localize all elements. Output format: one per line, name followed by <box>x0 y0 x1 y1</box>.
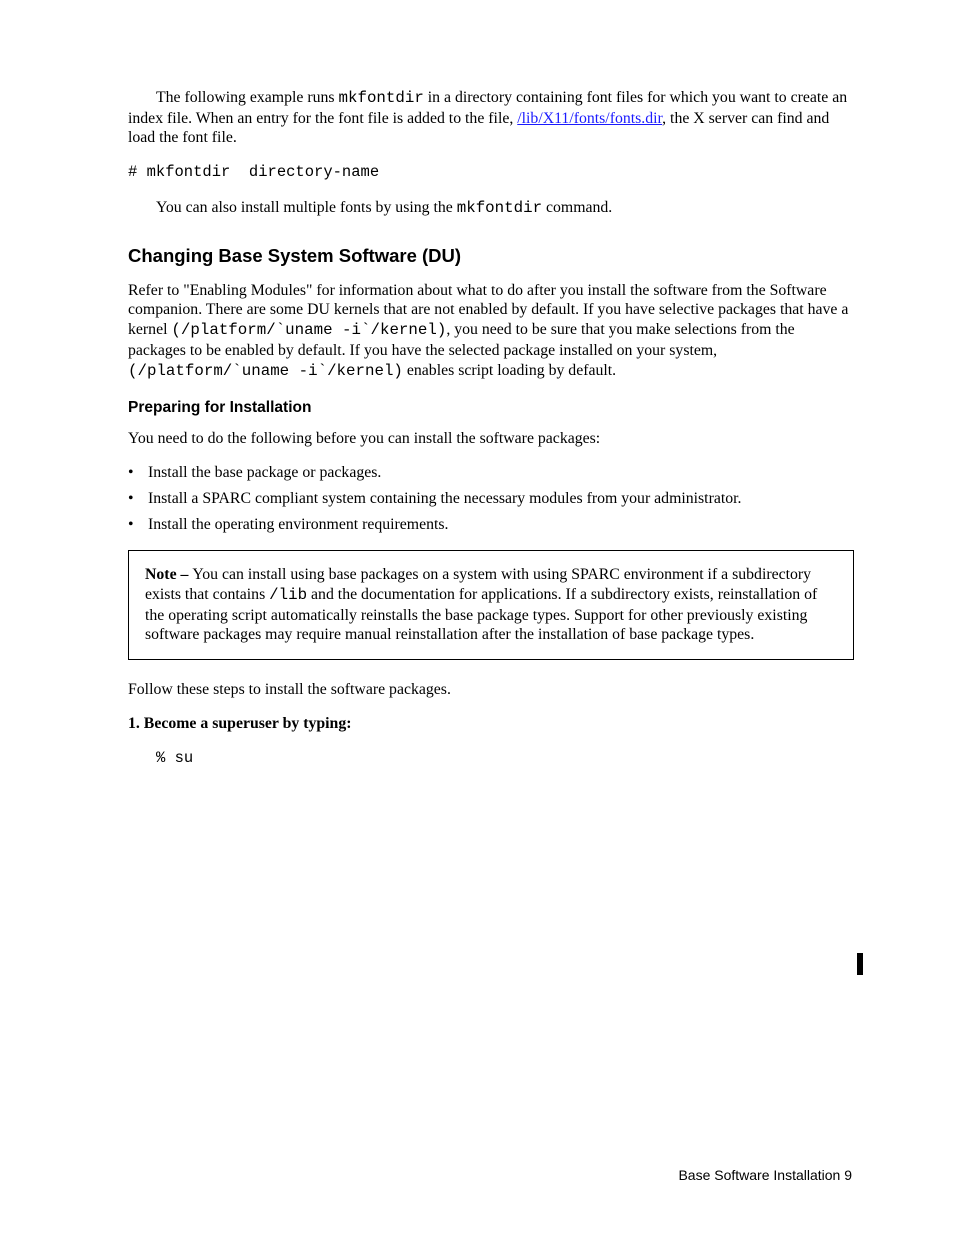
term: using SPARC environment <box>533 566 704 583</box>
cmd-mkfontdir: mkfontdir <box>339 89 424 107</box>
text: enables script loading by default. <box>403 362 616 379</box>
note-label: Note – <box>145 566 192 583</box>
heading-changing-base-software: Changing Base System Software (DU) <box>128 245 854 267</box>
revision-bar-icon <box>857 953 863 975</box>
term: base package types <box>629 626 750 643</box>
note-box: Note – You can install using base packag… <box>128 550 854 660</box>
paragraph-refer-enabling: Refer to "Enabling Modules" for informat… <box>128 281 854 382</box>
text: command. <box>542 199 612 216</box>
text: You can install <box>192 566 290 583</box>
paragraph-mkfontdir-intro: The following example runs mkfontdir in … <box>128 88 854 148</box>
paragraph-preinstall-intro: You need to do the following before you … <box>128 429 854 449</box>
text: . <box>750 626 754 643</box>
text: Refer to <box>128 282 183 299</box>
bullet-list-preinstall: Install the base package or packages. In… <box>128 463 854 534</box>
ref-enabling-modules: "Enabling Modules" <box>183 282 316 299</box>
code-su: % su <box>128 748 854 770</box>
heading-preparing-installation: Preparing for Installation <box>128 399 854 417</box>
link-fonts-dir[interactable]: /lib/X11/fonts/fonts.dir <box>517 110 662 127</box>
paragraph-mkfontdir-multi: You can also install multiple fonts by u… <box>128 198 854 219</box>
text: on a system with <box>419 566 534 583</box>
paragraph-follow-steps: Follow these steps to install the softwa… <box>128 680 854 700</box>
path-platform-kernel: (/platform/`uname -i`/kernel) <box>128 362 403 380</box>
code-mkfontdir: # mkfontdir directory-name <box>128 162 854 184</box>
step-1-label: 1. Become a superuser by typing: <box>128 714 854 734</box>
text: You can also install multiple fonts by u… <box>156 199 457 216</box>
text: The following example runs <box>156 89 339 106</box>
page-footer: Base Software Installation 9 <box>678 1167 852 1183</box>
term: using base packages <box>290 566 418 583</box>
cmd-mkfontdir: mkfontdir <box>457 199 542 217</box>
path-lib: /lib <box>269 586 307 604</box>
list-item: Install the operating environment requir… <box>128 515 854 535</box>
list-item: Install a SPARC compliant system contain… <box>128 489 854 509</box>
list-item: Install the base package or packages. <box>128 463 854 483</box>
path-platform-kernel: (/platform/`uname -i`/kernel) <box>171 321 446 339</box>
